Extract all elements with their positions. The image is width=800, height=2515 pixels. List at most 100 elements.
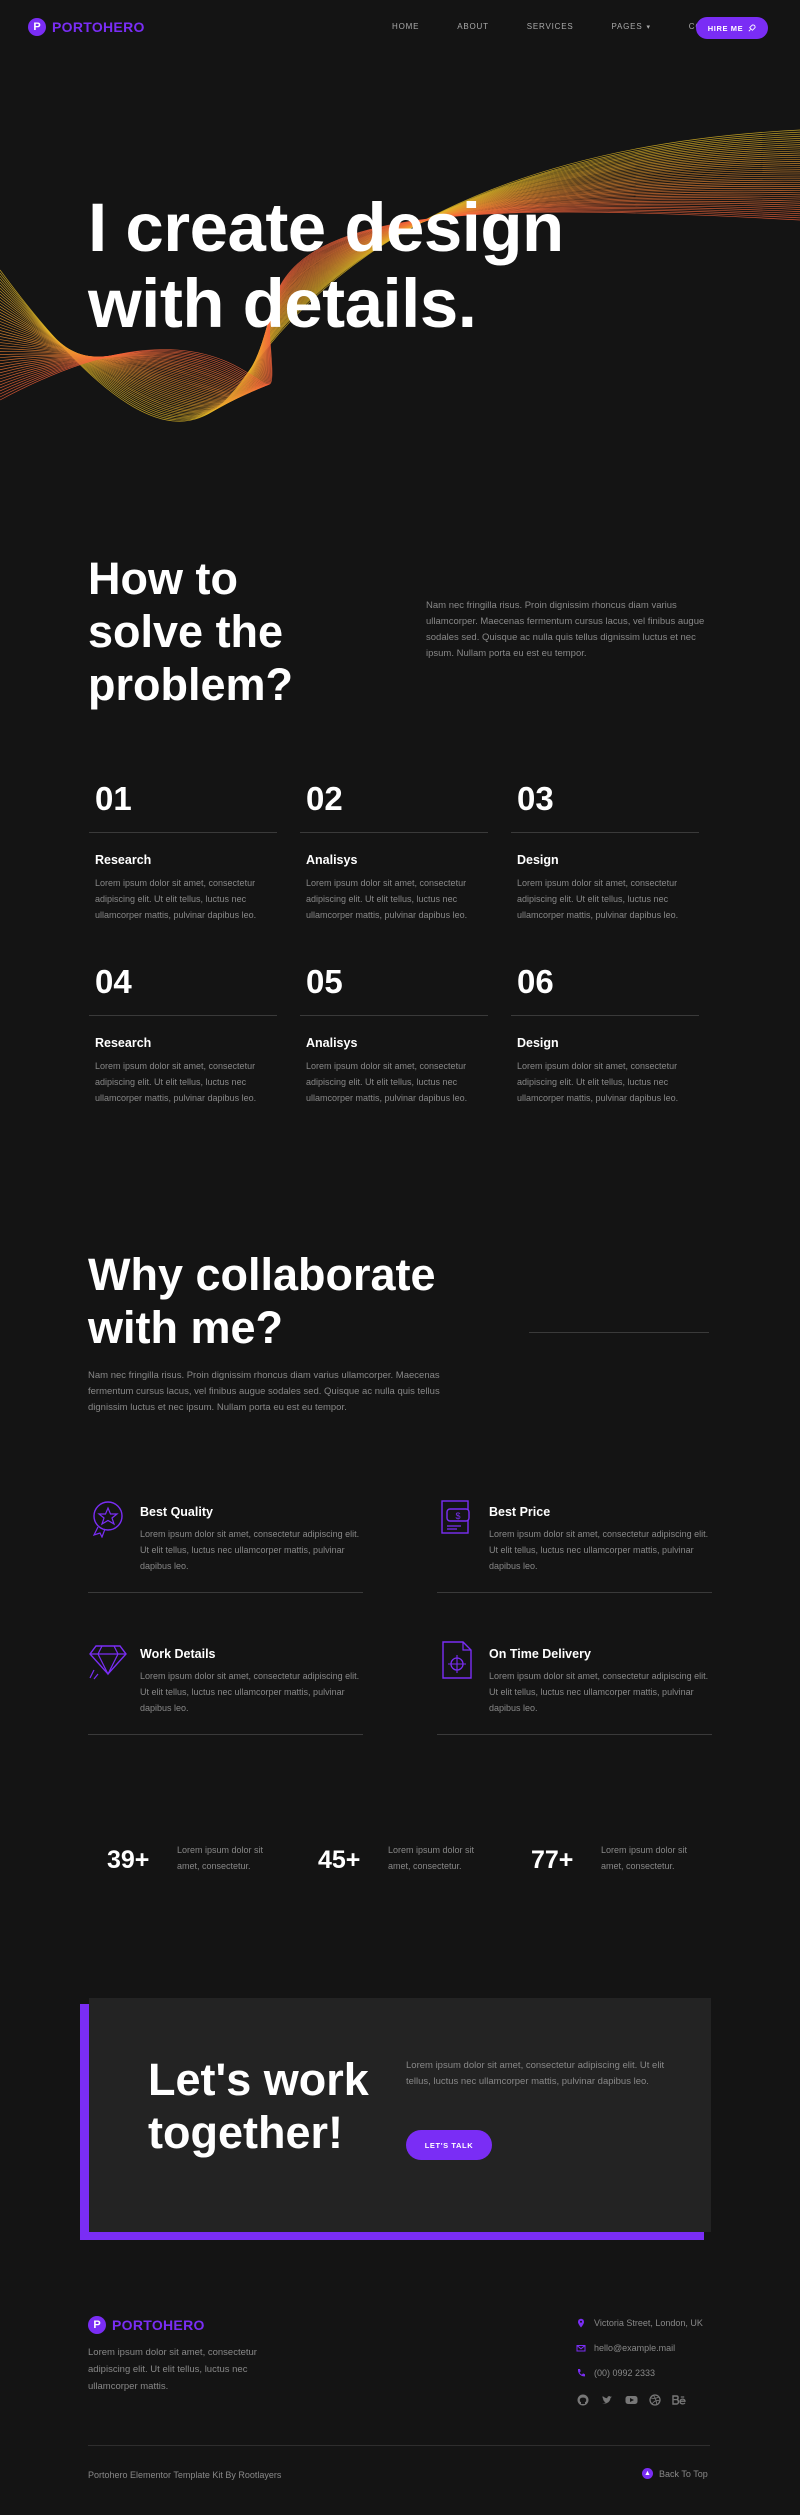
contact-phone[interactable]: (00) 0992 2333 bbox=[576, 2368, 655, 2378]
stat-number: 77+ bbox=[531, 1846, 574, 1874]
logo-mark-icon: P bbox=[88, 2316, 106, 2334]
price-tag-icon: $ bbox=[441, 1500, 470, 1534]
step-title: Design bbox=[517, 853, 559, 867]
footer-description: Lorem ipsum dolor sit amet, consectetur … bbox=[88, 2347, 257, 2392]
problem-heading-line-3: problem? bbox=[88, 659, 294, 710]
step-card: 04 Research Lorem ipsum dolor sit amet, … bbox=[89, 963, 277, 1106]
step-title: Research bbox=[95, 1036, 152, 1050]
diamond-icon bbox=[89, 1645, 127, 1680]
step-title: Design bbox=[517, 1036, 559, 1050]
step-card: 02 Analisys Lorem ipsum dolor sit amet, … bbox=[300, 780, 488, 923]
stat-number: 45+ bbox=[318, 1846, 361, 1874]
logo-mark-icon: P bbox=[28, 18, 46, 36]
problem-heading-line-1: How to bbox=[88, 553, 238, 604]
step-divider bbox=[511, 832, 699, 833]
logo-text: PORTOHERO bbox=[112, 2317, 205, 2333]
contact-email[interactable]: hello@example.mail bbox=[576, 2343, 675, 2353]
collab-description: Nam nec fringilla risus. Proin dignissim… bbox=[88, 1370, 440, 1413]
email-text: hello@example.mail bbox=[594, 2343, 676, 2353]
lets-talk-button[interactable]: LET'S TALK bbox=[406, 2130, 492, 2160]
logo-text: PORTOHERO bbox=[52, 19, 145, 35]
nav-about-label: ABOUT bbox=[457, 22, 489, 31]
cta-heading-line-2: together! bbox=[148, 2107, 343, 2158]
step-divider bbox=[89, 1015, 277, 1016]
svg-text:$: $ bbox=[455, 1511, 460, 1521]
step-card: 05 Analisys Lorem ipsum dolor sit amet, … bbox=[300, 963, 488, 1106]
arrow-up-icon: ▲ bbox=[642, 2468, 653, 2479]
feature-title: Best Price bbox=[489, 1505, 551, 1519]
chevron-down-icon: ▾ bbox=[646, 23, 651, 31]
collab-heading: Why collaborate with me? bbox=[88, 1248, 436, 1354]
step-text: Lorem ipsum dolor sit amet, consectetur … bbox=[306, 1061, 468, 1103]
phone-icon bbox=[577, 2369, 585, 2377]
rocket-icon bbox=[748, 23, 756, 32]
step-title: Analisys bbox=[306, 1036, 358, 1050]
feature-title: Best Quality bbox=[140, 1505, 213, 1519]
cta-heading: Let's work together! bbox=[148, 2053, 369, 2159]
nav-pages-label: PAGES bbox=[611, 22, 643, 31]
twitter-icon[interactable] bbox=[600, 2393, 614, 2407]
nav-home[interactable]: HOME bbox=[392, 22, 419, 31]
step-card: 03 Design Lorem ipsum dolor sit amet, co… bbox=[511, 780, 699, 923]
feature-divider bbox=[88, 1734, 363, 1735]
step-text: Lorem ipsum dolor sit amet, consectetur … bbox=[95, 1061, 257, 1103]
hire-me-label: HIRE ME bbox=[707, 23, 744, 33]
contact-address: Victoria Street, London, UK bbox=[576, 2318, 703, 2328]
stat-item: 45+ Lorem ipsum dolor sit amet, consecte… bbox=[318, 1840, 508, 1880]
problem-heading: How to solve the problem? bbox=[88, 552, 293, 711]
github-icon[interactable] bbox=[576, 2393, 590, 2407]
feature-text: Lorem ipsum dolor sit amet, consectetur … bbox=[140, 1529, 360, 1571]
step-card: 01 Research Lorem ipsum dolor sit amet, … bbox=[89, 780, 277, 923]
feature-title: Work Details bbox=[140, 1647, 216, 1661]
stat-number: 39+ bbox=[107, 1846, 150, 1874]
step-card: 06 Design Lorem ipsum dolor sit amet, co… bbox=[511, 963, 699, 1106]
envelope-icon bbox=[576, 2345, 586, 2352]
feature-title: On Time Delivery bbox=[489, 1647, 591, 1661]
step-number: 04 bbox=[95, 963, 132, 1000]
behance-icon[interactable] bbox=[672, 2393, 686, 2407]
step-number: 03 bbox=[517, 780, 554, 817]
top-navigation: P PORTOHERO HOME ABOUT SERVICES PAGES▾ C… bbox=[0, 0, 800, 56]
cta-text: Lorem ipsum dolor sit amet, consectetur … bbox=[406, 2060, 665, 2087]
step-divider bbox=[300, 832, 488, 833]
dribbble-icon[interactable] bbox=[648, 2393, 662, 2407]
address-text: Victoria Street, London, UK bbox=[594, 2318, 703, 2328]
hero-title-line-1: I create design bbox=[88, 189, 564, 266]
stat-text: Lorem ipsum dolor sit amet, consectetur. bbox=[388, 1845, 475, 1871]
step-divider bbox=[89, 832, 277, 833]
feature-text: Lorem ipsum dolor sit amet, consectetur … bbox=[489, 1529, 709, 1571]
quality-badge-icon bbox=[92, 1501, 123, 1538]
back-to-top-label: Back To Top bbox=[659, 2468, 708, 2479]
collab-divider bbox=[529, 1332, 709, 1333]
hire-me-button[interactable]: HIRE ME bbox=[696, 17, 768, 39]
step-divider bbox=[511, 1015, 699, 1016]
back-to-top-link[interactable]: ▲ Back To Top bbox=[642, 2468, 708, 2479]
nav-services-label: SERVICES bbox=[526, 22, 574, 31]
youtube-icon[interactable] bbox=[624, 2393, 638, 2407]
step-text: Lorem ipsum dolor sit amet, consectetur … bbox=[517, 1061, 679, 1103]
feature-divider bbox=[437, 1734, 712, 1735]
nav-home-label: HOME bbox=[392, 22, 420, 31]
step-text: Lorem ipsum dolor sit amet, consectetur … bbox=[306, 878, 468, 920]
stat-text: Lorem ipsum dolor sit amet, consectetur. bbox=[601, 1845, 688, 1871]
phone-text: (00) 0992 2333 bbox=[594, 2368, 656, 2378]
hero-title: I create design with details. bbox=[88, 190, 564, 342]
step-number: 02 bbox=[306, 780, 343, 817]
problem-description: Nam nec fringilla risus. Proin dignissim… bbox=[426, 600, 705, 659]
step-number: 05 bbox=[306, 963, 343, 1000]
footer-copyright: Portohero Elementor Template Kit By Root… bbox=[88, 2470, 282, 2480]
social-links bbox=[576, 2393, 686, 2407]
step-number: 06 bbox=[517, 963, 554, 1000]
collab-heading-line-1: Why collaborate bbox=[88, 1249, 436, 1300]
nav-about[interactable]: ABOUT bbox=[457, 22, 489, 31]
problem-heading-line-2: solve the bbox=[88, 606, 284, 657]
step-text: Lorem ipsum dolor sit amet, consectetur … bbox=[95, 878, 257, 920]
step-title: Analisys bbox=[306, 853, 358, 867]
footer-logo[interactable]: P PORTOHERO bbox=[88, 2316, 205, 2334]
feature-text: Lorem ipsum dolor sit amet, consectetur … bbox=[489, 1671, 709, 1713]
brand-logo[interactable]: P PORTOHERO bbox=[28, 18, 145, 36]
nav-services[interactable]: SERVICES bbox=[527, 22, 574, 31]
step-title: Research bbox=[95, 853, 152, 867]
hero-title-line-2: with details. bbox=[88, 265, 477, 342]
nav-pages[interactable]: PAGES ▾ bbox=[611, 22, 650, 31]
